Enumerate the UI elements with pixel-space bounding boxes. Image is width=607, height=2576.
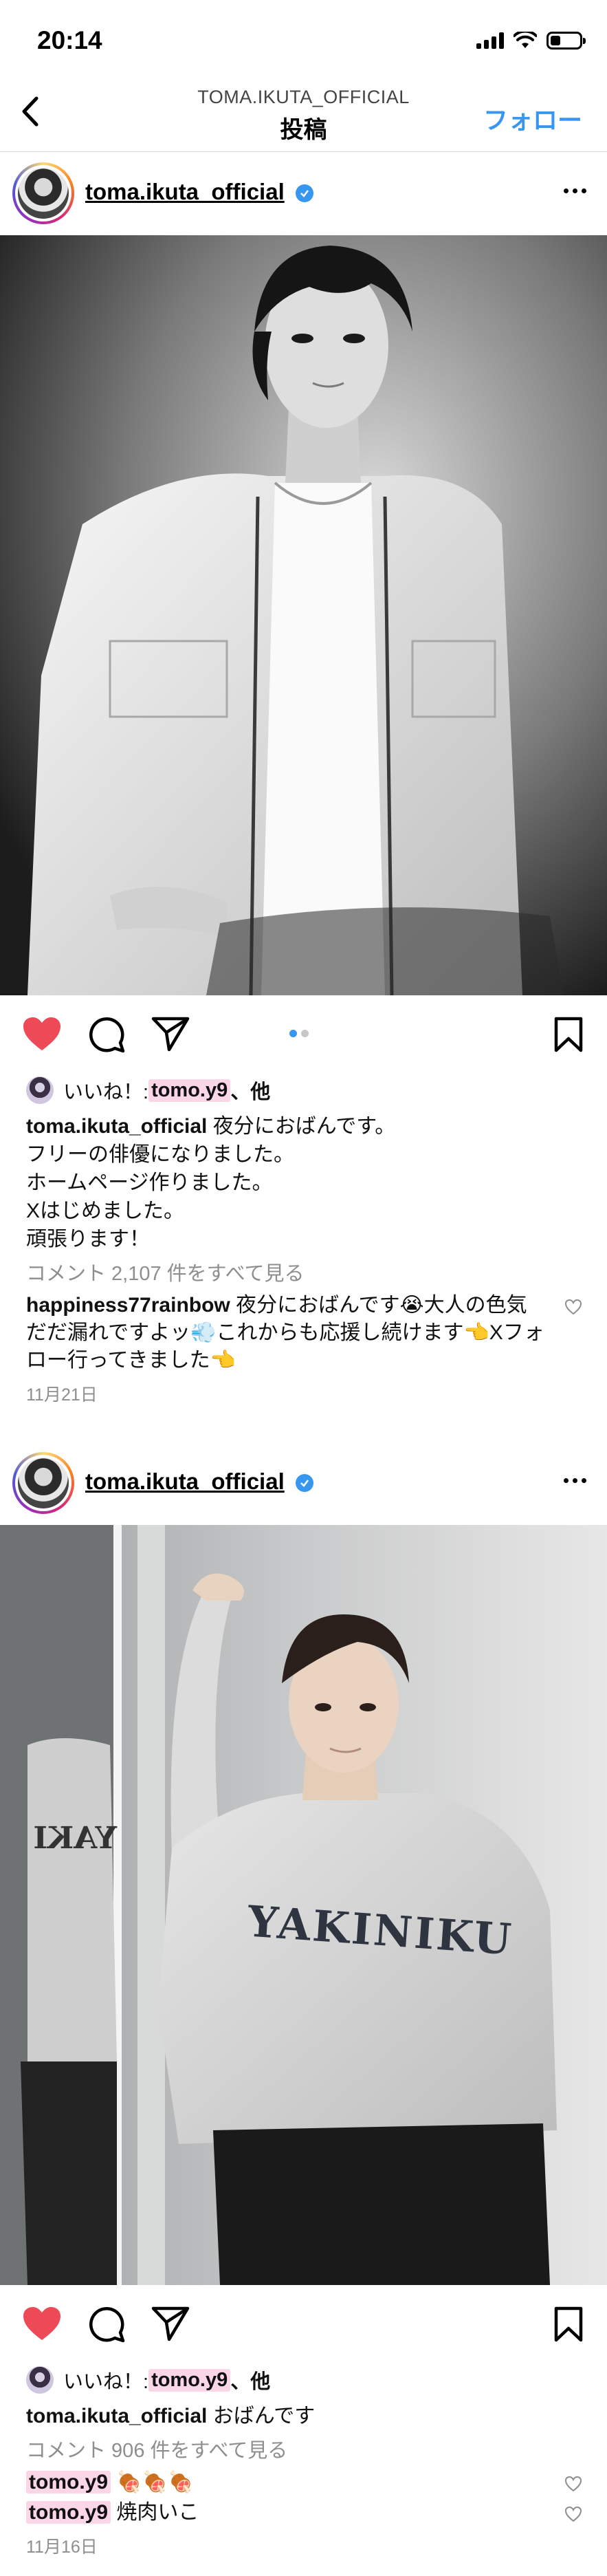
liker-avatar — [26, 2366, 54, 2394]
avatar[interactable] — [12, 162, 74, 224]
more-options-icon[interactable] — [564, 1473, 586, 1489]
comment: tomo.y9 焼肉いこ — [0, 2496, 607, 2526]
liker-username[interactable]: tomo.y9 — [148, 2368, 231, 2392]
post-actions — [0, 995, 607, 1071]
nav-bar: TOMA.IKUTA_OFFICIAL 投稿 フォロー — [0, 76, 607, 151]
svg-text:YAKI: YAKI — [33, 1821, 118, 1856]
comment-text: 焼肉いこ — [116, 2501, 199, 2524]
comment-like-icon[interactable] — [564, 2476, 582, 2492]
battery-fill — [551, 36, 560, 45]
portrait-photo-bw — [0, 235, 607, 995]
comment-username[interactable]: tomo.y9 — [26, 2501, 111, 2524]
comment: happiness77rainbow 夜分におばんです😭大人の色気だだ漏れですよ… — [0, 1289, 607, 1374]
post-1: toma.ikuta_official いいね！: tomo.y9 、他 tom… — [0, 153, 607, 1406]
status-time: 20:14 — [37, 26, 102, 54]
likes-prefix: いいね！: — [63, 1081, 149, 1103]
caption-username[interactable]: toma.ikuta_official — [26, 2405, 207, 2427]
portrait-photo-color: YAKI YAKINIKU — [0, 1525, 607, 2285]
comment-like-icon[interactable] — [564, 1299, 582, 1315]
caption-username[interactable]: toma.ikuta_official — [26, 1115, 207, 1138]
comment-like-icon[interactable] — [564, 2506, 582, 2522]
caption-line: 頑張ります！ — [26, 1228, 150, 1251]
post-date: 11月16日 — [26, 2537, 98, 2557]
chevron-left-icon — [22, 96, 38, 127]
post-username[interactable]: toma.ikuta_official — [85, 1469, 285, 1495]
comment: tomo.y9 🍖🍖🍖 — [0, 2466, 607, 2496]
carousel-indicator — [289, 1030, 309, 1037]
cellular-signal-icon — [476, 32, 504, 49]
carousel-dot — [301, 1030, 309, 1037]
follow-button[interactable]: フォロー — [483, 100, 582, 136]
view-all-comments-link[interactable]: コメント 2,107 件をすべて見る — [0, 1253, 607, 1289]
likes-row[interactable]: いいね！: tomo.y9 、他 — [0, 2361, 607, 2399]
caption-line: Xはじめました。 — [26, 1200, 185, 1222]
comment-icon[interactable] — [88, 2306, 125, 2343]
post-header: toma.ikuta_official — [0, 153, 607, 235]
back-button[interactable] — [10, 91, 51, 132]
like-heart-icon[interactable] — [22, 2306, 62, 2341]
post-image[interactable]: YAKI YAKINIKU — [0, 1525, 607, 2285]
caption-line: ホームページ作りました。 — [26, 1171, 273, 1194]
likes-row[interactable]: いいね！: tomo.y9 、他 — [0, 1071, 607, 1110]
post-username[interactable]: toma.ikuta_official — [85, 179, 285, 205]
bookmark-icon[interactable] — [553, 2306, 584, 2343]
battery-icon — [547, 32, 586, 50]
liker-username[interactable]: tomo.y9 — [148, 1079, 231, 1102]
post-image[interactable] — [0, 235, 607, 995]
post-date: 11月21日 — [26, 1385, 98, 1405]
comment-icon[interactable] — [88, 1016, 125, 1053]
share-send-icon[interactable] — [151, 1016, 190, 1052]
wifi-icon — [514, 32, 537, 48]
caption: toma.ikuta_official おばんです — [0, 2399, 607, 2430]
caption-line: おばんです — [212, 2405, 316, 2427]
likes-suffix: 、他 — [230, 2371, 271, 2393]
bookmark-icon[interactable] — [553, 1016, 584, 1053]
comment-username[interactable]: tomo.y9 — [26, 2471, 111, 2493]
caption-line: フリーの俳優になりました。 — [26, 1143, 294, 1166]
post-actions — [0, 2285, 607, 2361]
post-2: toma.ikuta_official YAKI YAKINIKU いいね！: … — [0, 1442, 607, 2558]
view-all-comments-link[interactable]: コメント 906 件をすべて見る — [0, 2430, 607, 2466]
carousel-dot-active — [289, 1030, 297, 1037]
verified-badge-icon — [296, 1474, 313, 1492]
comment-username[interactable]: happiness77rainbow — [26, 1294, 230, 1317]
avatar[interactable] — [12, 1452, 74, 1514]
liker-avatar — [26, 1076, 54, 1104]
more-options-icon[interactable] — [564, 183, 586, 199]
likes-suffix: 、他 — [230, 1081, 271, 1103]
likes-prefix: いいね！: — [63, 2371, 149, 2393]
status-icons — [476, 32, 586, 50]
verified-badge-icon — [296, 184, 313, 202]
comment-text: 🍖🍖🍖 — [116, 2471, 194, 2493]
post-header: toma.ikuta_official — [0, 1442, 607, 1525]
share-send-icon[interactable] — [151, 2306, 190, 2341]
like-heart-icon[interactable] — [22, 1016, 62, 1052]
caption-line: 夜分におばんです。 — [212, 1115, 396, 1138]
status-bar: 20:14 — [0, 0, 607, 76]
nav-divider — [0, 151, 607, 152]
caption: toma.ikuta_official 夜分におばんです。 フリーの俳優になりま… — [0, 1110, 607, 1253]
